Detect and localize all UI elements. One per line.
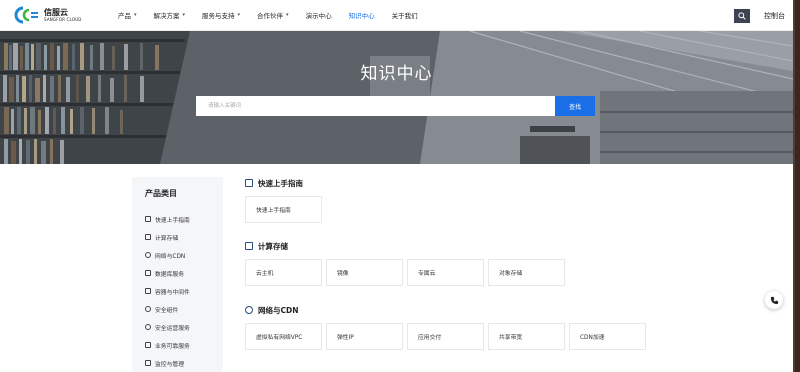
database-icon	[145, 270, 151, 276]
nav-label: 知识中心	[348, 12, 375, 20]
section-title: 计算存储	[258, 241, 288, 251]
card-object-storage[interactable]: 对象存储	[488, 259, 565, 286]
section-title: 快速上手指南	[258, 178, 303, 188]
container-icon	[145, 288, 151, 294]
next-section-partial	[245, 366, 305, 372]
server-icon	[245, 242, 253, 250]
nav-label: 服务与支持	[202, 12, 235, 20]
card-vpc[interactable]: 虚拟私有网络VPC	[245, 323, 322, 350]
sidebar-item-quick-start[interactable]: 快速上手指南	[132, 210, 223, 228]
sidebar-item-label: 数据库服务	[155, 271, 184, 278]
search-button[interactable]: 查找	[555, 96, 595, 116]
shield-icon	[145, 306, 151, 312]
nav-label: 演示中心	[305, 12, 332, 20]
nav-label: 产品	[118, 12, 131, 20]
search-icon	[738, 12, 746, 20]
sidebar-item-label: 网络与CDN	[155, 253, 186, 260]
sangfor-logo-icon	[14, 5, 40, 25]
chevron-down-icon: ▾	[182, 12, 186, 18]
grid-icon	[145, 342, 151, 348]
chevron-down-icon: ▾	[237, 12, 241, 18]
card-dedicated-cloud[interactable]: 专属云	[407, 259, 484, 286]
nav-item-partners[interactable]: 合作伙伴 ▾	[257, 0, 289, 31]
globe-icon	[145, 252, 151, 258]
shield-check-icon	[145, 324, 151, 330]
sidebar-item-database[interactable]: 数据库服务	[132, 264, 223, 282]
card-image[interactable]: 镜像	[326, 259, 403, 286]
sidebar-item-label: 快速上手指南	[155, 217, 190, 224]
sidebar-item-monitoring[interactable]: 监控与管理	[132, 354, 223, 372]
card-cdn-acceleration[interactable]: CDN加速	[569, 323, 646, 350]
nav-label: 关于我们	[391, 12, 418, 20]
sidebar-item-container-middleware[interactable]: 容器与中间件	[132, 282, 223, 300]
sidebar-item-label: 业务可靠服务	[155, 343, 190, 350]
contact-phone-button[interactable]	[765, 291, 783, 309]
nav-item-services[interactable]: 服务与支持 ▾	[202, 0, 240, 31]
page: 信服云 SANGFOR CLOUD 产品 ▾ 解决方案 ▾ 服务与支持 ▾ 合作伙伴 ▾…	[0, 0, 800, 372]
hero-banner: 知识中心 查找	[0, 31, 793, 164]
chevron-down-icon: ▾	[134, 12, 137, 18]
sidebar-item-compute-storage[interactable]: 计算存储	[132, 228, 223, 246]
nav-label: 合作伙伴	[257, 12, 284, 20]
sidebar-item-security-operations[interactable]: 安全运营服务	[132, 318, 223, 336]
sidebar-item-label: 监控与管理	[155, 361, 184, 368]
card-elastic-ip[interactable]: 弹性IP	[326, 323, 403, 350]
sidebar-item-security-components[interactable]: 安全组件	[132, 300, 223, 318]
chevron-down-icon: ▾	[286, 12, 289, 18]
phone-icon	[770, 296, 778, 304]
globe-icon	[245, 306, 253, 314]
sidebar-item-label: 安全组件	[155, 307, 179, 314]
server-icon	[145, 234, 151, 240]
knowledge-search-input[interactable]	[196, 96, 555, 116]
sidebar-item-business-reliability[interactable]: 业务可靠服务	[132, 336, 223, 354]
section-network-cdn: 网络与CDN 虚拟私有网络VPC 弹性IP 应用交付 共享带宽 CDN加速	[245, 304, 650, 350]
nav-item-products[interactable]: 产品 ▾	[118, 0, 137, 31]
guide-icon	[245, 179, 253, 187]
sidebar-item-label: 容器与中间件	[155, 289, 190, 296]
main-nav: 产品 ▾ 解决方案 ▾ 服务与支持 ▾ 合作伙伴 ▾ 演示中心 知识中心 关于我们	[118, 0, 435, 31]
sidebar-item-label: 计算存储	[155, 235, 179, 242]
section-compute-storage: 计算存储 云主机 镜像 专属云 对象存储	[245, 240, 569, 286]
card-application-delivery[interactable]: 应用交付	[407, 323, 484, 350]
nav-item-knowledge-center[interactable]: 知识中心	[349, 0, 375, 31]
nav-item-demo-center[interactable]: 演示中心	[306, 0, 332, 31]
section-quick-start: 快速上手指南 快速上手指南	[245, 177, 326, 223]
sidebar-title: 产品类目	[145, 189, 177, 198]
console-link[interactable]: 控制台	[764, 11, 785, 21]
card-cloud-host[interactable]: 云主机	[245, 259, 322, 286]
card-shared-bandwidth[interactable]: 共享带宽	[488, 323, 565, 350]
header-search-button[interactable]	[734, 9, 750, 23]
logo-name-cn: 信服云	[44, 7, 68, 17]
nav-item-about-us[interactable]: 关于我们	[392, 0, 418, 31]
logo[interactable]: 信服云 SANGFOR CLOUD	[14, 5, 94, 25]
page-title: 知识中心	[360, 64, 433, 84]
logo-name-en: SANGFOR CLOUD	[44, 16, 82, 22]
card-quick-start-guide[interactable]: 快速上手指南	[245, 196, 322, 223]
nav-label: 解决方案	[153, 12, 180, 20]
product-category-sidebar: 产品类目 快速上手指南 计算存储 网络与CDN 数据库服务 容器与中间件 安全组…	[132, 177, 223, 372]
guide-icon	[145, 216, 151, 222]
sidebar-item-label: 安全运营服务	[155, 325, 190, 332]
monitor-icon	[145, 360, 151, 366]
nav-item-solutions[interactable]: 解决方案 ▾	[154, 0, 186, 31]
section-title: 网络与CDN	[258, 305, 299, 315]
window-edge	[793, 0, 800, 372]
top-navigation-bar: 信服云 SANGFOR CLOUD 产品 ▾ 解决方案 ▾ 服务与支持 ▾ 合作伙伴 ▾…	[0, 0, 793, 31]
sidebar-item-network-cdn[interactable]: 网络与CDN	[132, 246, 223, 264]
